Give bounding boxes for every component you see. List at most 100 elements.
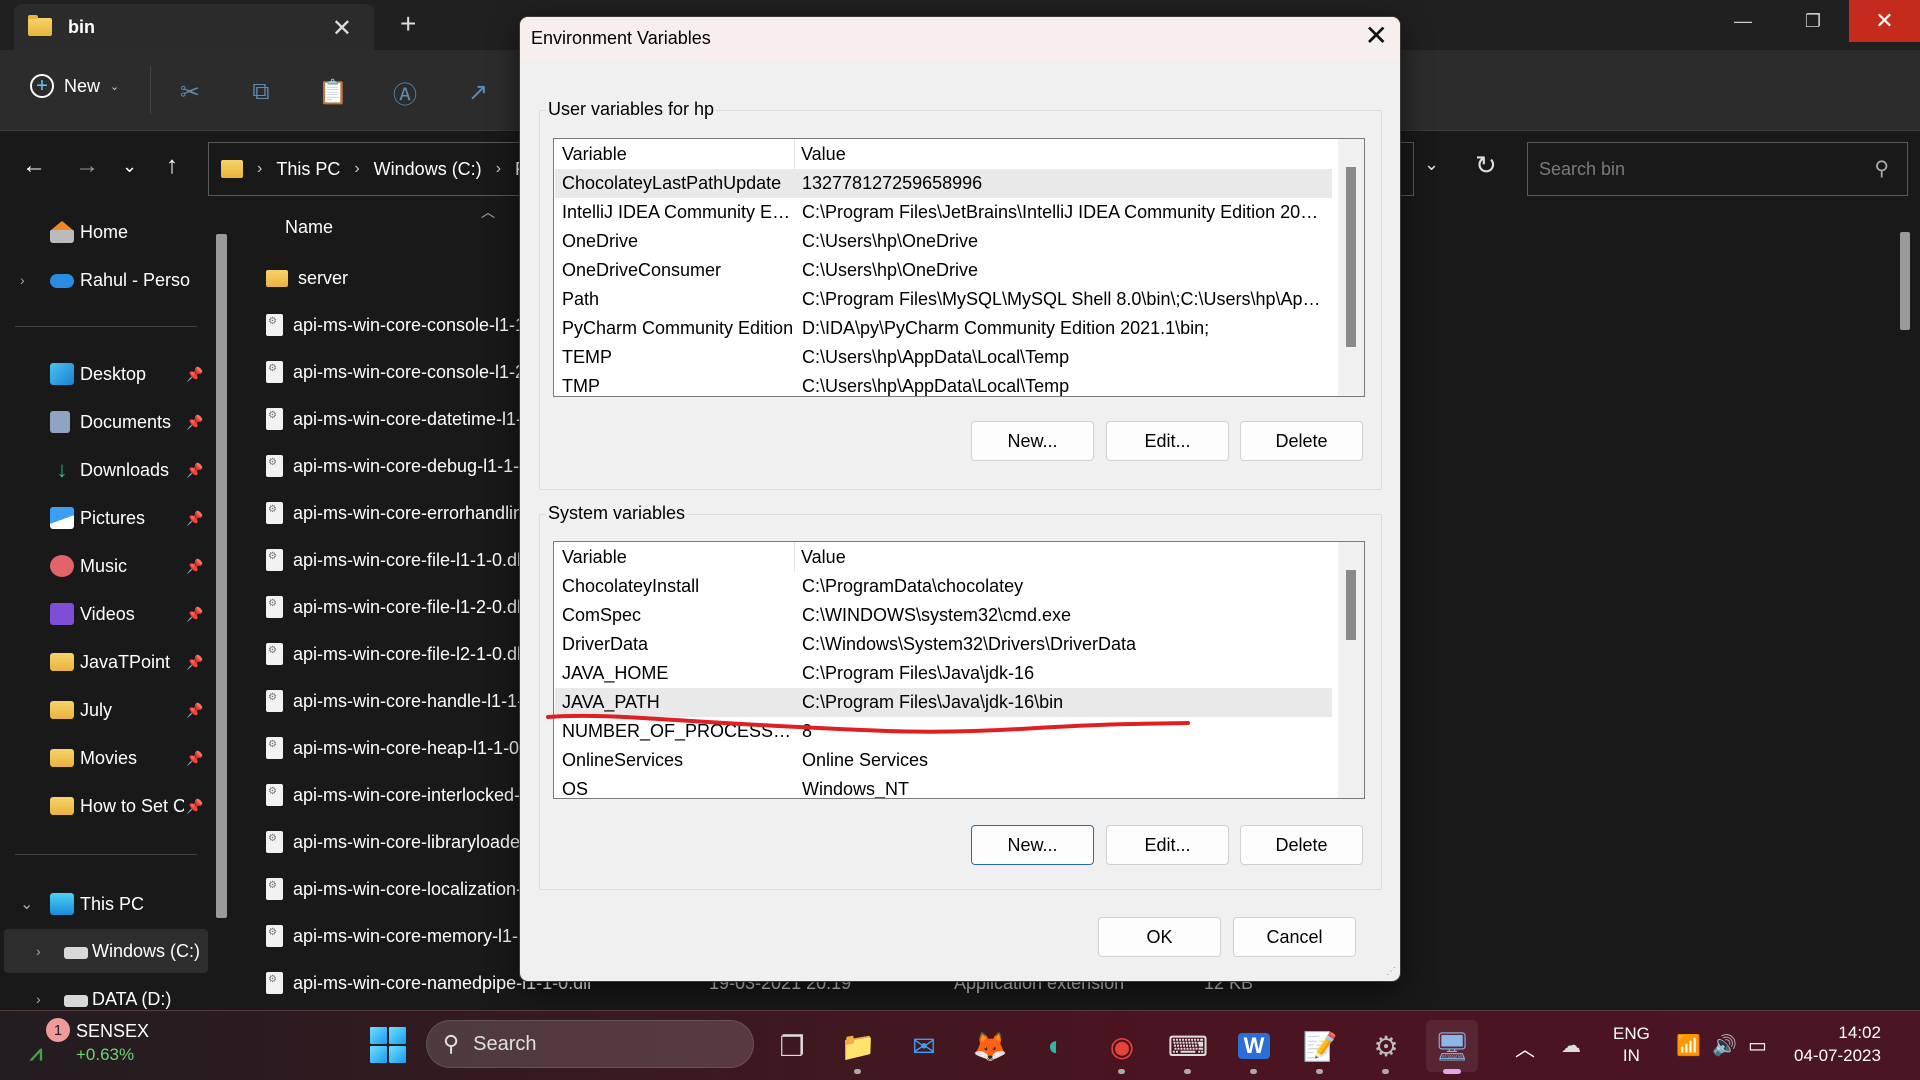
wifi-icon[interactable]: 📶 xyxy=(1676,1033,1701,1058)
pin-icon[interactable]: 📌 xyxy=(186,414,203,431)
cut-icon[interactable]: ✂ xyxy=(174,76,206,108)
sidebar-item-how-to-set[interactable]: How to Set C 📌 xyxy=(0,784,208,828)
taskbar-app-word[interactable]: W xyxy=(1228,1020,1280,1074)
close-window-button[interactable]: ✕ xyxy=(1849,0,1920,42)
variable-row[interactable]: NUMBER_OF_PROCESSORS 8 xyxy=(555,717,1332,746)
sidebar-item-onedrive[interactable]: › Rahul - Personal xyxy=(0,258,208,302)
sidebar-item-videos[interactable]: Videos 📌 xyxy=(0,592,208,636)
cancel-button[interactable]: Cancel xyxy=(1233,917,1356,957)
resize-grip-icon[interactable]: ⋰ xyxy=(1386,966,1396,977)
sidebar-item-javatpoint[interactable]: JavaTPoint 📌 xyxy=(0,640,208,684)
taskbar-app-terminal[interactable]: ⌨ xyxy=(1162,1020,1214,1074)
battery-icon[interactable]: ▭ xyxy=(1748,1033,1767,1058)
user-new-button[interactable]: New... xyxy=(971,421,1094,461)
new-button[interactable]: + New ⌄ xyxy=(30,74,119,98)
up-arrow-icon[interactable]: ↑ xyxy=(166,152,178,180)
variable-row[interactable]: TMP C:\Users\hp\AppData\Local\Temp xyxy=(555,372,1332,396)
column-header-value[interactable]: Value xyxy=(795,542,846,572)
sidebar-item-pictures[interactable]: Pictures 📌 xyxy=(0,496,208,540)
variable-row[interactable]: PyCharm Community Edition D:\IDA\py\PyCha… xyxy=(555,314,1332,343)
sidebar-item-july[interactable]: July 📌 xyxy=(0,688,208,732)
restore-button[interactable]: ❐ xyxy=(1778,0,1848,42)
variable-row[interactable]: ChocolateyLastPathUpdate 1327781272596589… xyxy=(555,169,1332,198)
file-list-scrollbar[interactable] xyxy=(1900,232,1910,330)
breadcrumb-windows-c[interactable]: Windows (C:) xyxy=(374,159,482,180)
back-arrow-icon[interactable]: ← xyxy=(22,152,46,180)
taskbar-app-settings[interactable]: ⚙ xyxy=(1360,1020,1412,1074)
search-input[interactable]: Search bin ⚲ xyxy=(1527,142,1908,196)
variable-row[interactable]: OnlineServices Online Services xyxy=(555,746,1332,775)
sidebar-scrollbar[interactable] xyxy=(216,234,227,918)
file-row[interactable]: server xyxy=(266,256,348,300)
pin-icon[interactable]: 📌 xyxy=(186,654,203,671)
pin-icon[interactable]: 📌 xyxy=(186,606,203,623)
column-header-value[interactable]: Value xyxy=(795,139,846,169)
taskbar-app-file-explorer[interactable]: 📁 xyxy=(832,1020,884,1074)
start-button[interactable] xyxy=(370,1027,406,1063)
volume-icon[interactable]: 🔊 xyxy=(1712,1033,1737,1058)
variable-row[interactable]: ComSpec C:\WINDOWS\system32\cmd.exe xyxy=(555,601,1332,630)
pin-icon[interactable]: 📌 xyxy=(186,558,203,575)
paste-icon[interactable]: 📋 xyxy=(317,76,349,108)
refresh-icon[interactable]: ↻ xyxy=(1475,150,1497,181)
show-hidden-icons-chevron-icon[interactable]: ︿ xyxy=(1515,1033,1535,1062)
scrollbar-thumb[interactable] xyxy=(1346,167,1356,347)
sidebar-item-desktop[interactable]: Desktop 📌 xyxy=(0,352,208,396)
variable-row[interactable]: TEMP C:\Users\hp\AppData\Local\Temp xyxy=(555,343,1332,372)
sidebar-item-downloads[interactable]: ↓ Downloads 📌 xyxy=(0,448,208,492)
taskbar-app-edge[interactable]: ◐ xyxy=(1030,1020,1082,1072)
share-icon[interactable]: ↗ xyxy=(462,76,494,108)
file-row[interactable]: api-ms-win-core-heap-l1-1-0.dll xyxy=(266,726,542,770)
user-edit-button[interactable]: Edit... xyxy=(1106,421,1229,461)
new-tab-button[interactable]: + xyxy=(400,8,416,40)
file-row[interactable]: api-ms-win-core-handle-l1-1-0.dll xyxy=(266,679,556,723)
taskbar-app-task-view[interactable]: ❐ xyxy=(766,1020,818,1072)
pin-icon[interactable]: 📌 xyxy=(186,510,203,527)
copy-icon[interactable]: ⧉ xyxy=(245,76,277,108)
sidebar-item-home[interactable]: Home xyxy=(0,210,208,254)
taskbar-app-system-properties[interactable]: 🖥 xyxy=(1426,1020,1478,1074)
sidebar-item-this-pc[interactable]: ⌄ This PC xyxy=(0,882,208,926)
scrollbar-thumb[interactable] xyxy=(1346,570,1356,640)
close-dialog-icon[interactable]: ✕ xyxy=(1365,22,1388,50)
user-delete-button[interactable]: Delete xyxy=(1240,421,1363,461)
rename-icon[interactable]: Ⓐ xyxy=(389,76,421,109)
file-row[interactable]: api-ms-win-core-debug-l1-1-0.dll xyxy=(266,444,552,488)
ok-button[interactable]: OK xyxy=(1098,917,1221,957)
chevron-down-icon[interactable]: ⌄ xyxy=(20,894,33,914)
taskbar-search[interactable]: ⚲ Search xyxy=(426,1020,754,1068)
address-dropdown-chevron-icon[interactable]: ⌄ xyxy=(1424,154,1439,175)
variable-row[interactable]: OS Windows_NT xyxy=(555,775,1332,798)
close-tab-icon[interactable]: ✕ xyxy=(332,14,352,43)
variable-row[interactable]: OneDriveConsumer C:\Users\hp\OneDrive xyxy=(555,256,1332,285)
file-row[interactable]: api-ms-win-core-file-l1-1-0.dll xyxy=(266,538,525,582)
column-header-variable[interactable]: Variable xyxy=(554,542,795,572)
file-row[interactable]: api-ms-win-core-file-l2-1-0.dll xyxy=(266,632,525,676)
sidebar-item-documents[interactable]: Documents 📌 xyxy=(0,400,208,444)
chevron-right-icon[interactable]: › xyxy=(36,991,41,1007)
variable-row[interactable]: OneDrive C:\Users\hp\OneDrive xyxy=(555,227,1332,256)
onedrive-tray-icon[interactable]: ☁ xyxy=(1561,1033,1581,1058)
column-header-name[interactable]: Name xyxy=(285,217,333,238)
variable-row[interactable]: IntelliJ IDEA Community Edi... C:\Program… xyxy=(555,198,1332,227)
file-row[interactable]: api-ms-win-core-file-l1-2-0.dll xyxy=(266,585,525,629)
taskbar-app-mail[interactable]: ✉ xyxy=(898,1020,950,1072)
forward-arrow-icon[interactable]: → xyxy=(75,152,99,180)
variable-row[interactable]: JAVA_HOME C:\Program Files\Java\jdk-16 xyxy=(555,659,1332,688)
sidebar-item-movies[interactable]: Movies 📌 xyxy=(0,736,208,780)
minimize-button[interactable]: — xyxy=(1708,0,1778,42)
pin-icon[interactable]: 📌 xyxy=(186,462,203,479)
sidebar-item-windows-c[interactable]: › Windows (C:) xyxy=(4,929,208,973)
system-variables-table[interactable]: Variable Value ChocolateyInstall C:\Progr… xyxy=(553,541,1365,799)
user-table-scrollbar[interactable] xyxy=(1338,139,1364,396)
variable-row[interactable]: Path C:\Program Files\MySQL\MySQL Shell 8… xyxy=(555,285,1332,314)
tab-bin[interactable]: bin ✕ xyxy=(14,4,374,50)
variable-row[interactable]: JAVA_PATH C:\Program Files\Java\jdk-16\bi… xyxy=(555,688,1332,717)
sidebar-item-music[interactable]: Music 📌 xyxy=(0,544,208,588)
pin-icon[interactable]: 📌 xyxy=(186,366,203,383)
pin-icon[interactable]: 📌 xyxy=(186,750,203,767)
user-variables-table[interactable]: Variable Value ChocolateyLastPathUpdate 1… xyxy=(553,138,1365,397)
taskbar-app-firefox[interactable]: 🦊 xyxy=(964,1020,1016,1072)
variable-row[interactable]: ChocolateyInstall C:\ProgramData\chocolat… xyxy=(555,572,1332,601)
taskbar-app-chrome[interactable]: ◉ xyxy=(1096,1020,1148,1074)
